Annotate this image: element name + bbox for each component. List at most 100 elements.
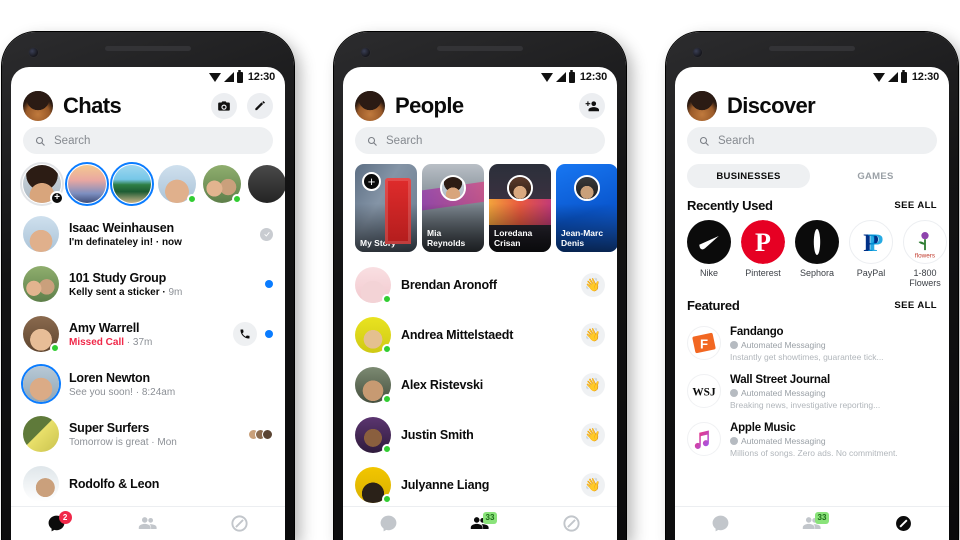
chat-preview: Missed Call · 37m [69, 336, 153, 348]
paypal-icon: PP [863, 228, 883, 257]
search-input[interactable]: Search [355, 127, 605, 154]
avatar [355, 367, 392, 404]
tab-chats[interactable] [675, 507, 766, 540]
list-item[interactable]: F Fandango Automated Messaging Instantly… [675, 320, 949, 368]
list-item[interactable]: Justin Smith 👋 [343, 410, 617, 460]
see-all-link[interactable]: SEE ALL [894, 300, 937, 311]
chat-name: Isaac Weinhausen [69, 220, 174, 235]
business-flowers[interactable]: flowers 1-800 Flowers [903, 220, 947, 288]
call-button[interactable] [233, 322, 257, 346]
unread-dot [265, 330, 273, 338]
chat-list[interactable]: Isaac Weinhausen I'm definateley in! · n… [11, 209, 285, 506]
bottom-nav[interactable]: 33 [343, 506, 617, 540]
screen-chats: 12:30 Chats Search + Isaac Weinhausen I'… [11, 67, 285, 540]
search-icon [367, 136, 377, 146]
tab-discover[interactable] [526, 507, 617, 540]
story-card-my-story[interactable]: + My Story [355, 164, 417, 252]
search-input[interactable]: Search [687, 127, 937, 154]
wave-button[interactable]: 👋 [581, 273, 605, 297]
tab-chats[interactable] [343, 507, 434, 540]
tab-discover[interactable] [858, 507, 949, 540]
story-cards-carousel[interactable]: + My Story Mia Reynolds Loredana Crisan [343, 162, 617, 260]
tab-businesses[interactable]: BUSINESSES [687, 164, 810, 188]
flowers-logo: flowers [903, 220, 947, 264]
table-row[interactable]: Amy Warrell Missed Call · 37m [11, 309, 285, 359]
online-indicator [232, 194, 242, 204]
list-item[interactable]: WSJ Wall Street Journal Automated Messag… [675, 368, 949, 416]
battery-icon [568, 69, 575, 83]
person-name: Brendan Aronoff [401, 278, 497, 292]
status-badge: 2 [58, 511, 72, 524]
add-story-icon[interactable]: + [362, 172, 381, 191]
status-time: 12:30 [247, 71, 275, 83]
story-group[interactable] [203, 165, 242, 204]
business-sephora[interactable]: Sephora [795, 220, 839, 288]
list-item[interactable]: Apple Music Automated Messaging Millions… [675, 416, 949, 464]
list-item[interactable]: Andrea Mittelstaedt 👋 [343, 310, 617, 360]
list-item[interactable]: Alex Ristevski 👋 [343, 360, 617, 410]
tab-people[interactable]: 33 [766, 507, 857, 540]
tab-people[interactable] [102, 507, 193, 540]
table-row[interactable]: Isaac Weinhausen I'm definateley in! · n… [11, 209, 285, 259]
section-header-recently-used: Recently Used SEE ALL [675, 198, 949, 220]
featured-list[interactable]: F Fandango Automated Messaging Instantly… [675, 320, 949, 506]
list-item[interactable]: Brendan Aronoff 👋 [343, 260, 617, 310]
featured-name: Wall Street Journal [730, 374, 830, 386]
battery-icon [900, 69, 907, 83]
status-time: 12:30 [911, 71, 939, 83]
bottom-nav[interactable]: 33 [675, 506, 949, 540]
online-indicator [382, 444, 392, 454]
status-bar: 12:30 [675, 67, 949, 87]
business-nike[interactable]: Nike [687, 220, 731, 288]
table-row[interactable]: 101 Study Group Kelly sent a sticker · 9… [11, 259, 285, 309]
avatar[interactable] [355, 91, 385, 121]
business-pinterest[interactable]: P Pinterest [741, 220, 785, 288]
online-indicator [187, 194, 197, 204]
nike-swoosh-icon [699, 236, 719, 250]
camera-button[interactable] [211, 93, 237, 119]
wave-button[interactable]: 👋 [581, 323, 605, 347]
story-my-story[interactable]: + [20, 162, 64, 206]
story-beach[interactable] [110, 162, 154, 206]
stories-carousel[interactable]: + [11, 162, 285, 209]
person-name: Julyanne Liang [401, 478, 490, 492]
list-item[interactable]: Julyanne Liang 👋 [343, 460, 617, 506]
compose-button[interactable] [247, 93, 273, 119]
featured-text: Wall Street Journal Automated Messaging … [730, 374, 880, 410]
discover-icon [895, 516, 911, 531]
tab-people[interactable]: 33 [434, 507, 525, 540]
chat-status [233, 322, 273, 346]
people-list[interactable]: Brendan Aronoff 👋 Andrea Mittelstaedt 👋 … [343, 260, 617, 506]
see-all-link[interactable]: SEE ALL [894, 200, 937, 211]
wave-button[interactable]: 👋 [581, 473, 605, 497]
table-row[interactable]: Rodolfo & Leon [11, 459, 285, 506]
wifi-icon [208, 73, 221, 82]
story-card-jeanmarc[interactable]: Jean-Marc Denis [556, 164, 617, 252]
table-row[interactable]: Loren Newton See you soon! · 8:24am [11, 359, 285, 409]
wave-button[interactable]: 👋 [581, 423, 605, 447]
avatar[interactable] [23, 91, 53, 121]
signal-icon [555, 72, 566, 82]
avatar [507, 175, 533, 201]
story-sunset[interactable] [65, 162, 109, 206]
story-card-loredana[interactable]: Loredana Crisan [489, 164, 551, 252]
chat-status [265, 280, 273, 288]
recently-used-carousel[interactable]: Nike P Pinterest Sephora PP PayPal flowe… [675, 220, 949, 298]
tab-chats[interactable]: 2 [11, 507, 102, 540]
person-text: Julyanne Liang [401, 478, 571, 492]
tab-games[interactable]: GAMES [814, 164, 937, 188]
search-input[interactable]: Search [23, 127, 273, 154]
bottom-nav[interactable]: 2 [11, 506, 285, 540]
business-paypal[interactable]: PP PayPal [849, 220, 893, 288]
story-card-mia[interactable]: Mia Reynolds [422, 164, 484, 252]
table-row[interactable]: Super Surfers Tomorrow is great · Mon [11, 409, 285, 459]
add-person-button[interactable] [579, 93, 605, 119]
story-partial[interactable] [248, 165, 285, 203]
avatar[interactable] [687, 91, 717, 121]
add-story-icon[interactable]: + [50, 191, 64, 205]
segmented-control[interactable]: BUSINESSES GAMES [675, 162, 949, 198]
story-man[interactable] [158, 165, 197, 204]
page-title: Discover [727, 93, 816, 118]
tab-discover[interactable] [194, 507, 285, 540]
wave-button[interactable]: 👋 [581, 373, 605, 397]
